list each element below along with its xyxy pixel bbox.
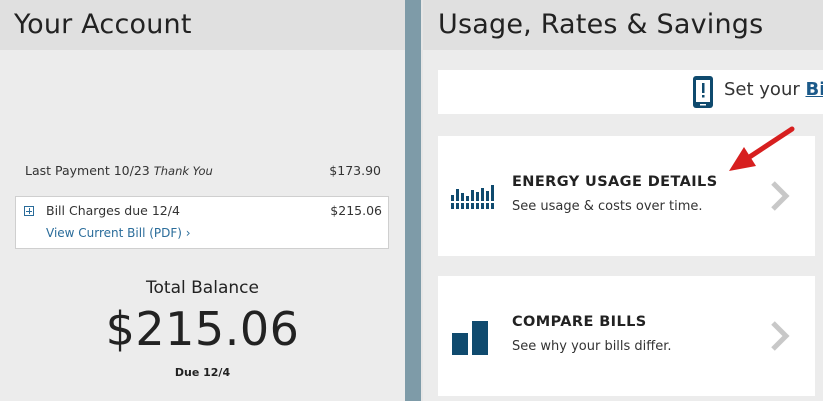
usage-header: Usage, Rates & Savings: [423, 0, 823, 50]
view-current-bill-link[interactable]: View Current Bill (PDF) ›: [46, 226, 191, 240]
due-date: Due 12/4: [174, 366, 231, 379]
alert-banner[interactable]: Set your Bil: [438, 70, 823, 114]
total-balance-label: Total Balance: [146, 278, 259, 298]
compare-bars-icon: [452, 321, 488, 355]
account-title: Your Account: [14, 9, 192, 40]
alert-text: Set your Bil: [724, 79, 823, 100]
account-header: Your Account: [0, 0, 405, 50]
bar-chart-icon: [450, 185, 496, 209]
usage-panel: Usage, Rates & Savings Set your Bil: [423, 0, 823, 401]
bill-charges-amount: $215.06: [330, 203, 382, 218]
panel-divider: [405, 0, 423, 401]
chevron-right-icon: [771, 321, 790, 351]
compare-bills-card[interactable]: COMPARE BILLS See why your bills differ.: [438, 276, 815, 396]
chevron-right-icon: [771, 181, 790, 211]
compare-bills-subtitle: See why your bills differ.: [512, 339, 672, 354]
last-payment-row: Last Payment 10/23 Thank You $173.90: [25, 163, 381, 178]
energy-usage-details-card[interactable]: ENERGY USAGE DETAILS See usage & costs o…: [438, 136, 815, 256]
total-balance-amount: $215.06: [105, 302, 300, 356]
usage-title: Usage, Rates & Savings: [438, 9, 764, 40]
mobile-alert-icon: [693, 76, 713, 108]
last-payment-amount: $173.90: [329, 163, 381, 178]
energy-usage-title: ENERGY USAGE DETAILS: [512, 174, 718, 190]
alert-link[interactable]: Bil: [805, 79, 823, 100]
bill-charges-label: Bill Charges due 12/4: [46, 203, 180, 218]
expand-plus-icon[interactable]: [24, 206, 34, 216]
account-panel: Your Account Last Payment 10/23 Thank Yo…: [0, 0, 405, 401]
bill-charges-box: Bill Charges due 12/4 $215.06 View Curre…: [15, 196, 389, 249]
last-payment-label: Last Payment 10/23 Thank You: [25, 163, 213, 178]
compare-bills-title: COMPARE BILLS: [512, 314, 647, 330]
energy-usage-subtitle: See usage & costs over time.: [512, 199, 703, 214]
thank-you-text: Thank You: [153, 164, 213, 178]
